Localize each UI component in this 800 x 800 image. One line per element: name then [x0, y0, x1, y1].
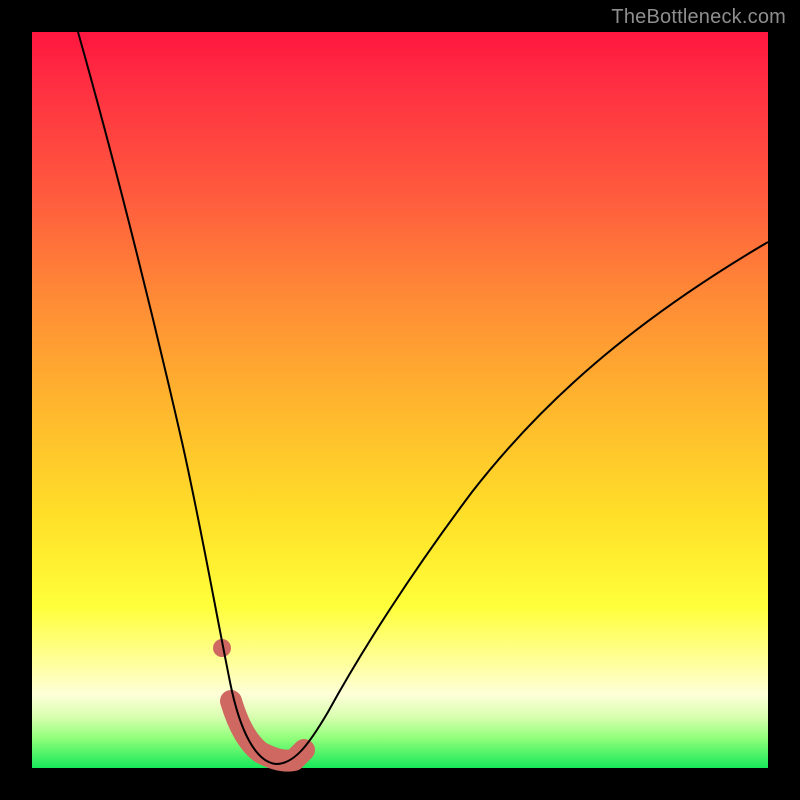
plot-area — [32, 32, 768, 768]
watermark-text: TheBottleneck.com — [611, 6, 786, 29]
bottleneck-curve — [78, 32, 768, 764]
chart-frame: TheBottleneck.com — [0, 0, 800, 800]
optimal-range-curve — [231, 701, 304, 761]
curve-layer — [32, 32, 768, 768]
